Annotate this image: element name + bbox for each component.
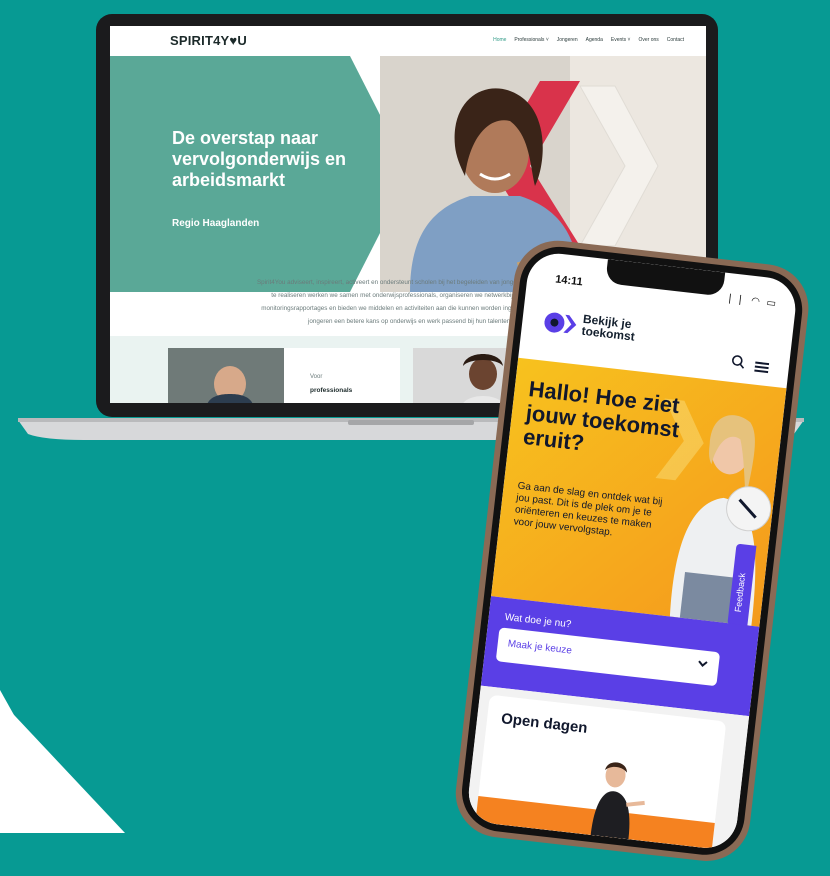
menu-icon[interactable] [754,361,770,375]
hero-title: De overstap naar vervolgonderwijs en arb… [172,128,347,190]
site-navbar: SPIRIT4Y♥U Home Professionals ˅ Jongeren… [110,26,706,54]
phone: 14:11 ❘❘ ◠ ▭ Bekijk je toekomst Hallo! H… [450,236,830,876]
chevron-down-icon[interactable] [696,658,709,669]
search-icon[interactable] [730,354,745,369]
card-label-small: Voor [310,374,323,380]
nav-home[interactable]: Home [493,37,506,43]
nav-contact[interactable]: Contact [667,37,684,43]
feedback-label: Feedback [732,572,748,613]
nav-professionals[interactable]: Professionals ˅ [514,37,548,43]
app-logo-icon[interactable] [543,311,579,337]
app-brand[interactable]: Bekijk je toekomst [580,311,663,346]
status-time: 14:11 [554,273,584,289]
status-icons: ❘❘ ◠ ▭ [725,292,779,310]
site-logo[interactable]: SPIRIT4Y♥U [170,33,247,48]
nav-over-ons[interactable]: Over ons [638,37,658,43]
hero-subtitle: Regio Haaglanden [172,218,260,229]
app-brand-text: Bekijk je toekomst [580,311,636,344]
nav-links: Home Professionals ˅ Jongeren Agenda Eve… [493,37,684,43]
card-professionals[interactable] [168,348,400,403]
nav-events[interactable]: Events ˅ [611,37,631,43]
card-label-bold[interactable]: professionals [310,387,352,394]
nav-jongeren[interactable]: Jongeren [557,37,578,43]
boy-photo [590,762,645,840]
nav-agenda[interactable]: Agenda [586,37,603,43]
card-professionals-photo [168,348,284,403]
